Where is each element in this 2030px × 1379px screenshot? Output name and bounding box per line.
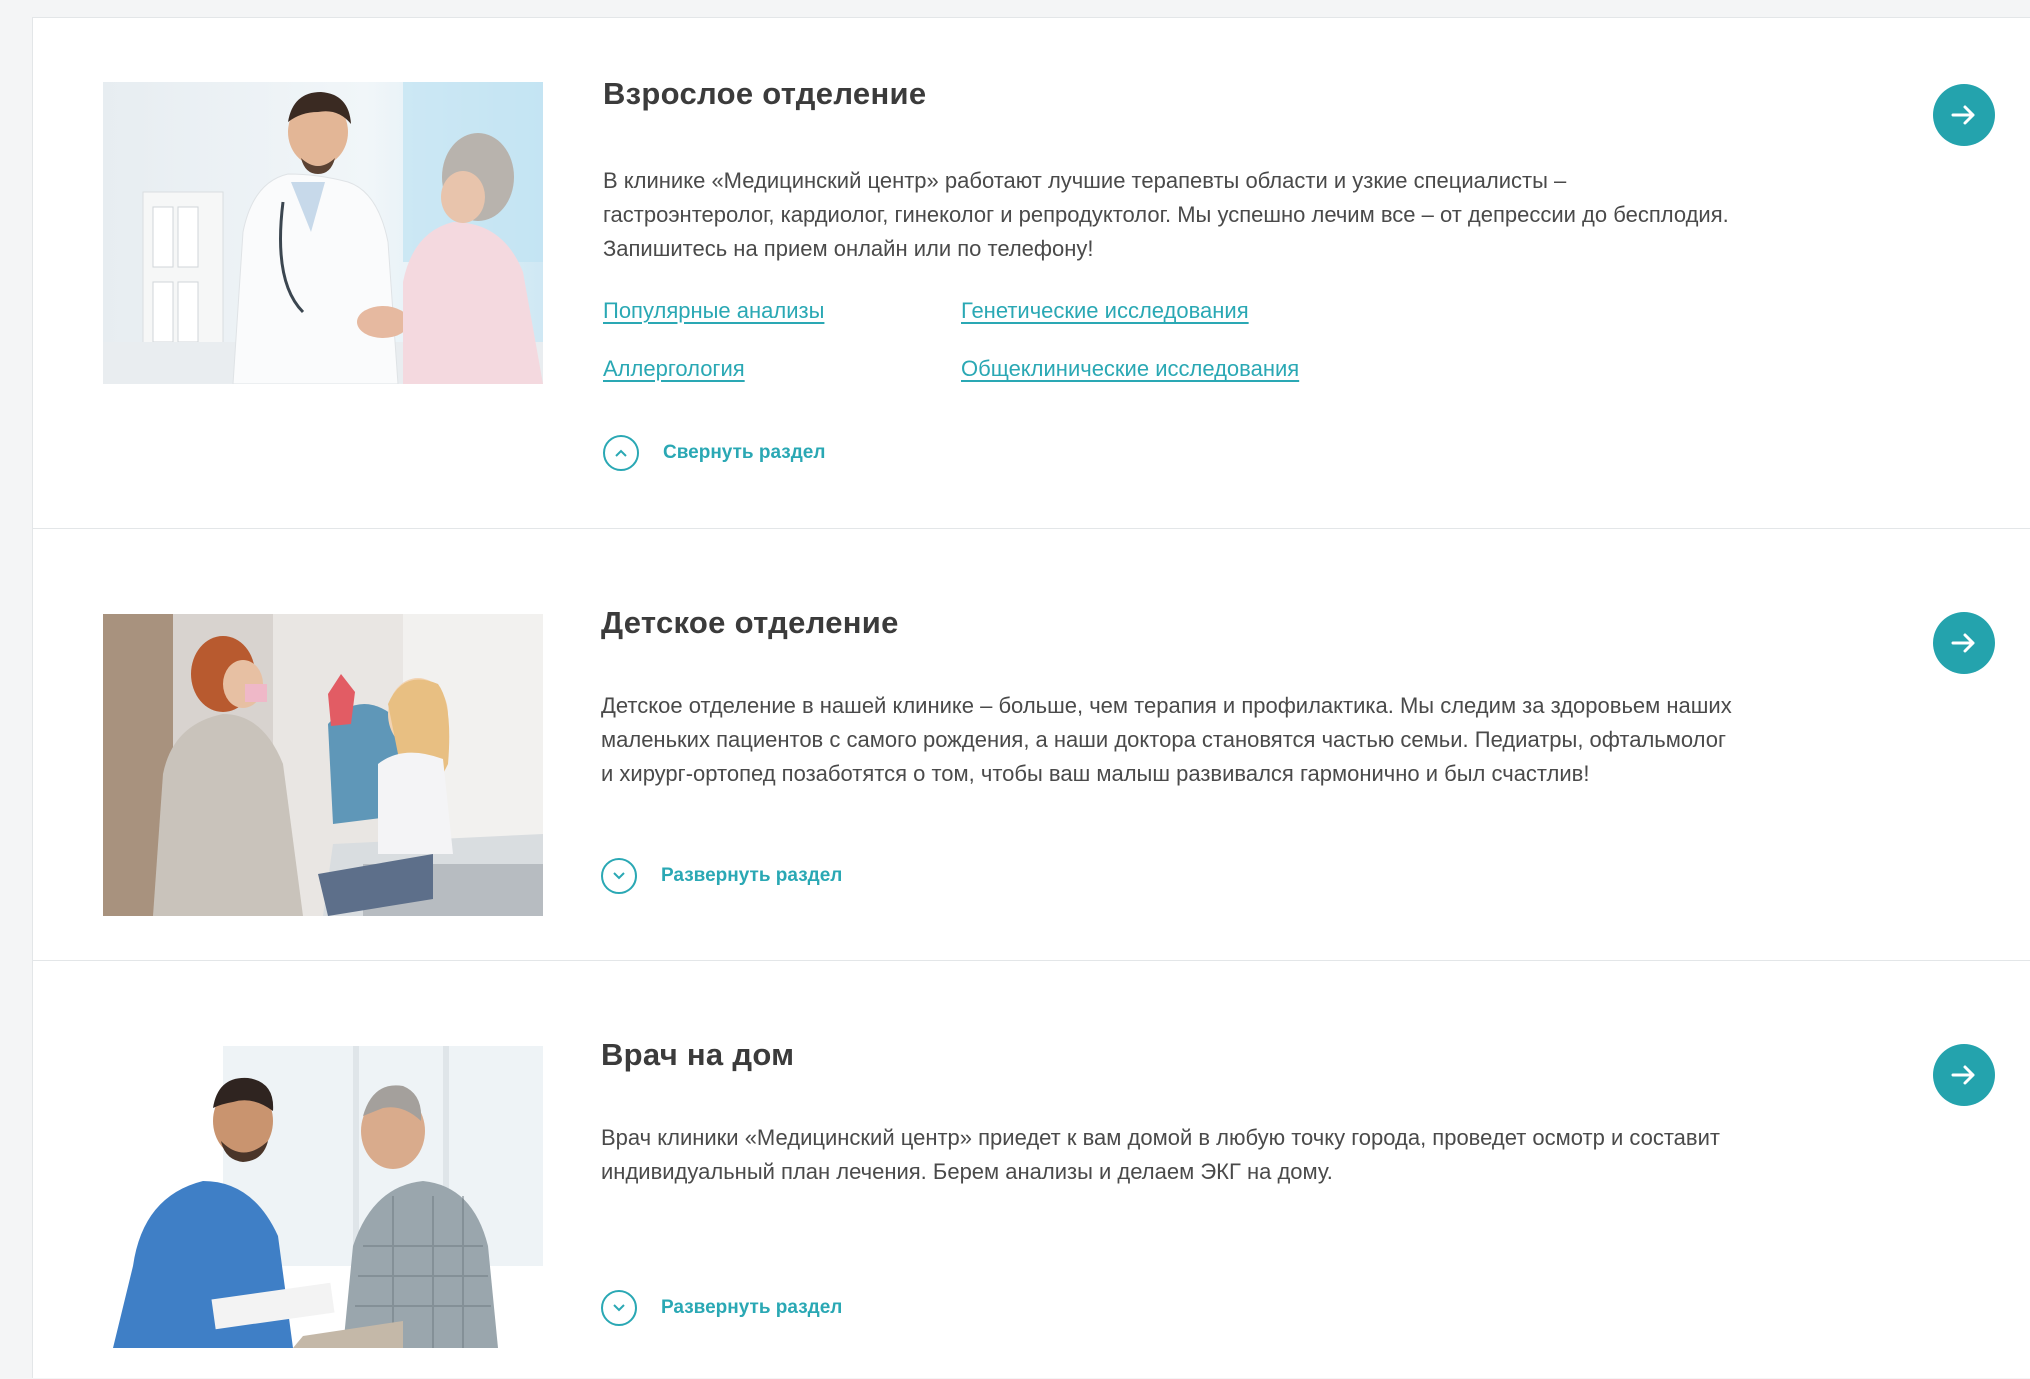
link-genetic-research[interactable]: Генетические исследования	[961, 298, 1249, 324]
department-description: Врач клиники «Медицинский центр» приедет…	[601, 1125, 1720, 1184]
open-department-button[interactable]	[1933, 1044, 1995, 1106]
page: Взрослое отделение В клинике «Медицински…	[0, 0, 2030, 1378]
department-description: Детское отделение в нашей клинике – боль…	[601, 693, 1732, 786]
toggle-label: Развернуть раздел	[661, 1297, 843, 1318]
department-photo	[103, 1046, 543, 1348]
department-description: В клинике «Медицинский центр» работают л…	[603, 168, 1729, 261]
collapse-section-button[interactable]: Свернуть раздел	[603, 435, 825, 471]
expand-section-button[interactable]: Развернуть раздел	[601, 858, 842, 894]
link-popular-tests[interactable]: Популярные анализы	[603, 298, 824, 324]
department-title: Врач на дом	[601, 1037, 795, 1072]
home-visit-photo	[103, 1046, 543, 1348]
open-department-button[interactable]	[1933, 612, 1995, 674]
arrow-right-icon	[1951, 1065, 1975, 1085]
expand-section-button[interactable]: Развернуть раздел	[601, 1290, 842, 1326]
link-general-clinical-research[interactable]: Общеклинические исследования	[961, 356, 1299, 382]
department-list: Взрослое отделение В клинике «Медицински…	[32, 17, 2030, 1378]
open-department-button[interactable]	[1933, 84, 1995, 146]
dentist-child-photo	[103, 614, 543, 916]
department-title: Детское отделение	[601, 605, 899, 640]
chevron-down-icon	[601, 858, 637, 894]
department-card-adult: Взрослое отделение В клинике «Медицински…	[33, 18, 2030, 528]
chevron-up-icon	[603, 435, 639, 471]
arrow-right-icon	[1951, 105, 1975, 125]
department-title: Взрослое отделение	[603, 76, 927, 111]
department-card-home-visit: Врач на дом Врач клиники «Медицинский це…	[33, 960, 2030, 1379]
toggle-label: Свернуть раздел	[663, 442, 826, 463]
chevron-down-icon	[601, 1290, 637, 1326]
link-allergology[interactable]: Аллергология	[603, 356, 745, 382]
department-links: Популярные анализы Генетические исследов…	[603, 298, 1503, 388]
doctor-patient-photo	[103, 82, 543, 384]
department-card-children: Детское отделение Детское отделение в на…	[33, 528, 2030, 961]
arrow-right-icon	[1951, 633, 1975, 653]
department-photo	[103, 82, 543, 384]
department-photo	[103, 614, 543, 916]
toggle-label: Развернуть раздел	[661, 865, 843, 886]
